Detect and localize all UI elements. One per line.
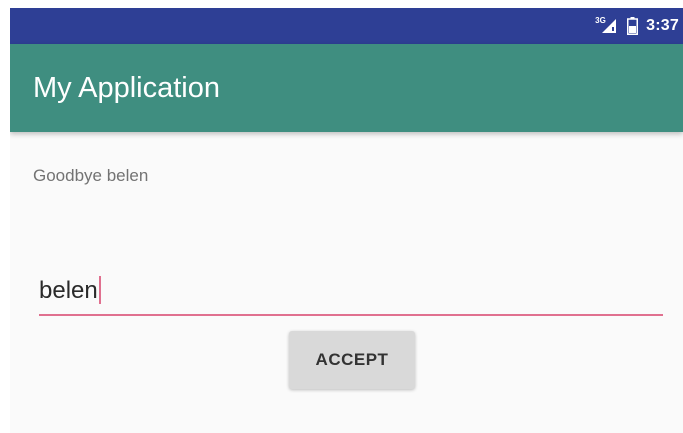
app-title: My Application xyxy=(33,72,220,104)
greeting-text: Goodbye belen xyxy=(33,166,149,185)
name-input[interactable]: belen xyxy=(39,268,663,316)
network-indicator: 3G xyxy=(595,16,619,36)
status-bar: 3G 3:37 xyxy=(10,8,683,44)
battery-icon xyxy=(627,17,639,35)
app-bar: My Application xyxy=(10,44,683,132)
name-input-text: belen xyxy=(39,277,98,304)
signal-icon xyxy=(602,19,617,33)
status-icons: 3G 3:37 xyxy=(595,8,679,44)
status-time: 3:37 xyxy=(646,17,679,34)
accept-button[interactable]: ACCEPT xyxy=(289,331,415,389)
device-screen: 3G 3:37 My Application Goodbye belen bel… xyxy=(10,8,683,433)
text-cursor xyxy=(98,276,101,304)
name-input-value[interactable]: belen xyxy=(39,276,101,305)
